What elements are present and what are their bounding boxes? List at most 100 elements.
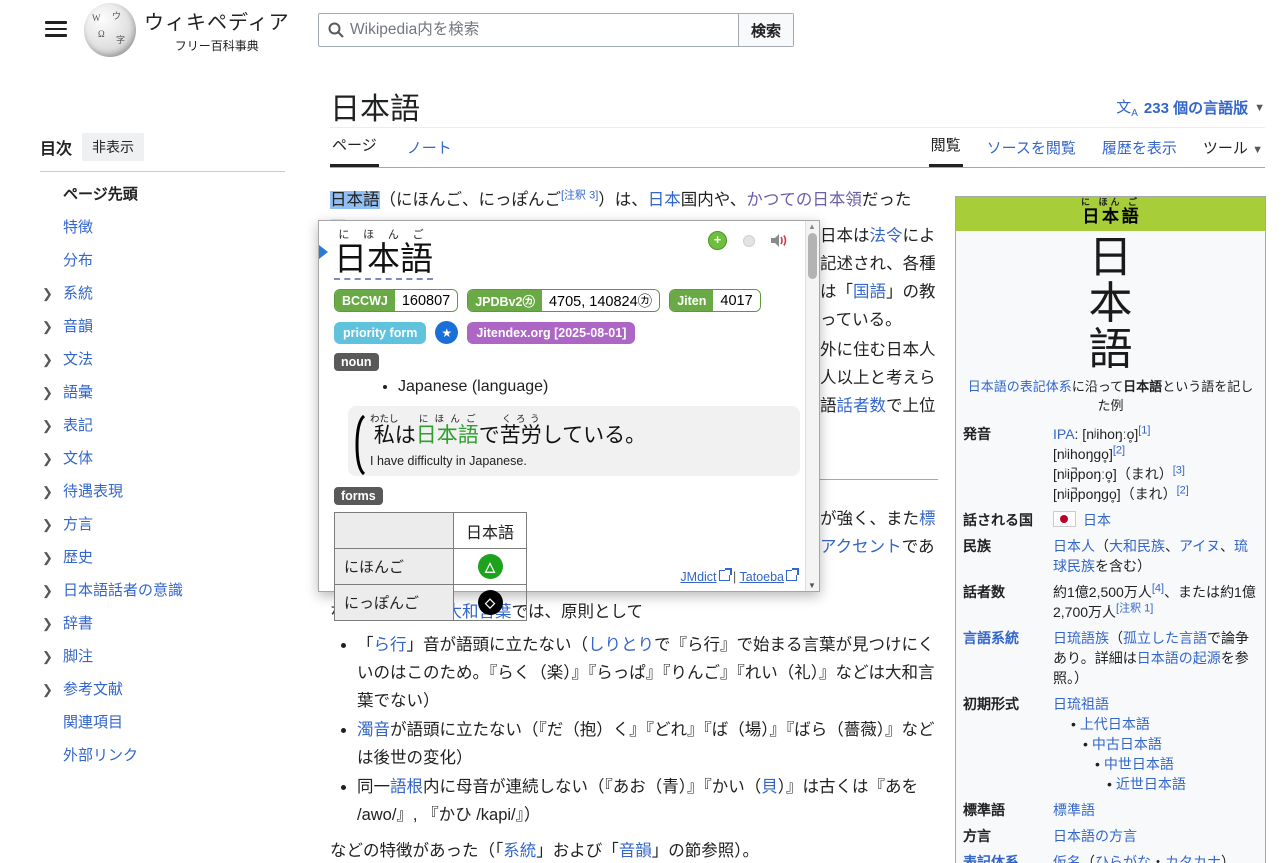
ref-link[interactable]: [1] [1138, 424, 1150, 436]
tab-history[interactable]: 履歴を表示 [1100, 137, 1179, 167]
chevron-right-icon[interactable]: ❯ [42, 581, 53, 600]
wiki-link[interactable]: 日本語の方言 [1053, 828, 1137, 844]
toc-item[interactable]: ❯文法 [40, 343, 285, 376]
wiki-link[interactable]: 中古日本語 [1092, 736, 1162, 752]
wiki-link[interactable]: 日琉祖語 [1053, 696, 1109, 712]
wiki-link[interactable]: 国語 [853, 283, 886, 301]
popup-footer-links: JMdict | Tatoeba [680, 570, 797, 584]
toc-item[interactable]: ❯参考文献 [40, 673, 285, 706]
wiki-link[interactable]: 上代日本語 [1080, 716, 1150, 732]
toc-item[interactable]: ❯方言 [40, 508, 285, 541]
wiki-link[interactable]: 表記体系 [963, 852, 1053, 863]
toc-item-page-top[interactable]: ページ先頭 [40, 178, 285, 211]
dictionary-source-tag[interactable]: Jitendex.org [2025-08-01] [467, 322, 635, 344]
wiki-link[interactable]: 仮名 [1053, 854, 1081, 863]
tab-page[interactable]: ページ [330, 134, 379, 167]
jmdict-link[interactable]: JMdict [680, 570, 716, 584]
toc-item[interactable]: ❯表記 [40, 409, 285, 442]
wiki-link[interactable]: 法令 [870, 227, 903, 245]
wiki-link[interactable]: カタカナ [1165, 854, 1221, 863]
search-button[interactable]: 検索 [738, 14, 793, 46]
ref-link[interactable]: [注釈 1] [1116, 602, 1153, 614]
play-audio-button[interactable] [771, 233, 789, 248]
wiki-link[interactable]: かつての日本領 [746, 191, 862, 209]
chevron-right-icon[interactable]: ❯ [42, 614, 53, 633]
chevron-right-icon[interactable]: ❯ [42, 416, 53, 435]
secondary-add-button[interactable] [743, 235, 755, 247]
toc-item[interactable]: 特徴 [40, 211, 285, 244]
tab-talk[interactable]: ノート [405, 137, 454, 167]
toc-item[interactable]: ❯語彙 [40, 376, 285, 409]
wiki-link[interactable]: 大和民族 [1109, 538, 1165, 554]
ref-link[interactable]: [注釈 3] [561, 190, 598, 202]
wiki-link[interactable]: 日本語の起源 [1137, 650, 1221, 666]
chevron-right-icon[interactable]: ❯ [42, 350, 53, 369]
wiki-link[interactable]: アクセント [820, 538, 902, 556]
wikipedia-logo[interactable]: Wウ Ω字 ウィキペディア フリー百科事典 [84, 3, 290, 57]
chevron-right-icon[interactable]: ❯ [42, 647, 53, 666]
chevron-right-icon[interactable]: ❯ [42, 515, 53, 534]
star-icon[interactable]: ★ [435, 321, 458, 344]
chevron-right-icon[interactable]: ❯ [42, 548, 53, 567]
wiki-link[interactable]: ひらがな [1095, 854, 1151, 863]
chevron-right-icon[interactable]: ❯ [42, 317, 53, 336]
tatoeba-link[interactable]: Tatoeba [740, 570, 784, 584]
toc-item[interactable]: ❯日本語話者の意識 [40, 574, 285, 607]
wiki-link[interactable]: 貝 [761, 778, 778, 796]
wiki-link[interactable]: 日本語の表記体系 [968, 379, 1072, 394]
toc-item[interactable]: ❯辞書 [40, 607, 285, 640]
add-note-button[interactable]: + [708, 231, 727, 250]
tab-view-source[interactable]: ソースを閲覧 [985, 137, 1078, 167]
ref-link[interactable]: [3] [1173, 464, 1185, 476]
wiki-link[interactable]: 日琉語族 [1053, 630, 1109, 646]
chevron-right-icon[interactable]: ❯ [42, 680, 53, 699]
toc-item[interactable]: ❯脚注 [40, 640, 285, 673]
chevron-right-icon[interactable]: ❯ [42, 449, 53, 468]
scroll-down-icon[interactable]: ▼ [808, 581, 816, 590]
definition: Japanese (language) [398, 378, 789, 396]
wiki-link[interactable]: 中世日本語 [1104, 756, 1174, 772]
ref-link[interactable]: [2] [1113, 444, 1125, 456]
chevron-right-icon[interactable]: ❯ [42, 482, 53, 501]
toc-hide-button[interactable]: 非表示 [82, 133, 144, 161]
scrollbar-thumb[interactable] [808, 233, 817, 279]
ipa-link[interactable]: IPA [1053, 426, 1075, 442]
chevron-right-icon[interactable]: ❯ [42, 383, 53, 402]
toc-item[interactable]: ❯系統 [40, 277, 285, 310]
toc-item[interactable]: ❯待遇表現 [40, 475, 285, 508]
toc-item[interactable]: 分布 [40, 244, 285, 277]
popup-scrollbar[interactable]: ▲ ▼ [805, 221, 819, 591]
wiki-link[interactable]: しりとり [588, 636, 654, 654]
toc-item[interactable]: 関連項目 [40, 706, 285, 739]
search-input[interactable] [344, 21, 738, 39]
wiki-link[interactable]: 標 [919, 510, 936, 528]
ref-link[interactable]: [4] [1152, 582, 1164, 594]
wiki-link[interactable]: ら行 [374, 636, 407, 654]
tab-tools[interactable]: ツール ▼ [1201, 137, 1265, 167]
hamburger-menu-icon[interactable] [45, 21, 67, 37]
wiki-link[interactable]: 話者数 [837, 397, 887, 415]
wiki-link[interactable]: アイヌ [1179, 538, 1220, 554]
infobox-header: 日本語に ほん ご [956, 197, 1265, 231]
title-divider [330, 127, 1265, 128]
wiki-link[interactable]: 語根 [390, 778, 423, 796]
wiki-link[interactable]: 孤立した言語 [1123, 630, 1207, 646]
wiki-link[interactable]: 標準語 [1053, 802, 1095, 818]
wiki-link[interactable]: 日本人 [1053, 538, 1095, 554]
wiki-link[interactable]: 日本 [648, 191, 681, 209]
wiki-link[interactable]: 音韻 [619, 842, 652, 860]
chevron-right-icon[interactable]: ❯ [42, 284, 53, 303]
tab-read[interactable]: 閲覧 [929, 134, 963, 167]
toc-item[interactable]: ❯歴史 [40, 541, 285, 574]
ref-link[interactable]: [2] [1177, 484, 1189, 496]
scroll-up-icon[interactable]: ▲ [808, 222, 816, 231]
wiki-link[interactable]: 言語系統 [963, 628, 1053, 688]
wiki-link[interactable]: 近世日本語 [1116, 776, 1186, 792]
wiki-link[interactable]: 日本 [1083, 512, 1111, 528]
wiki-link[interactable]: 系統 [503, 842, 536, 860]
language-versions-button[interactable]: 文A 233 個の言語版 ▼ [1116, 96, 1265, 119]
toc-item[interactable]: ❯音韻 [40, 310, 285, 343]
toc-item[interactable]: 外部リンク [40, 739, 285, 772]
toc-item[interactable]: ❯文体 [40, 442, 285, 475]
wiki-link[interactable]: 濁音 [357, 721, 390, 739]
